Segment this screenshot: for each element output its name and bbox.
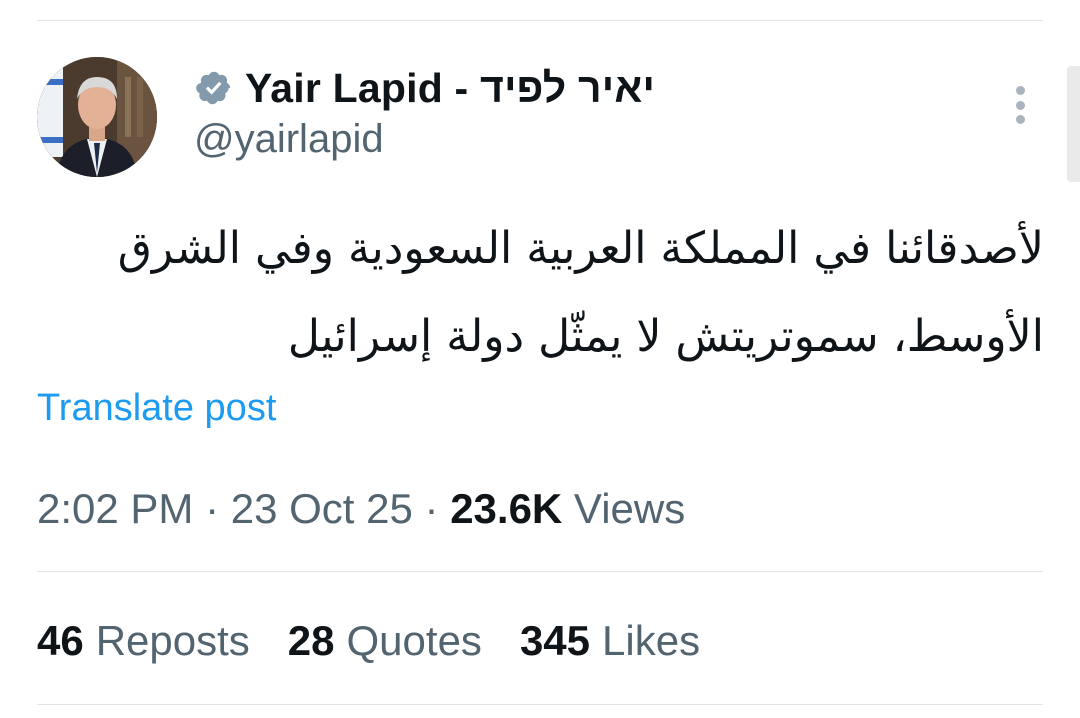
author-line[interactable]: Yair Lapid - יאיר לפיד <box>195 62 655 114</box>
author-handle[interactable]: @yairlapid <box>194 117 384 162</box>
reposts-stat[interactable]: 46 Reposts <box>37 617 250 665</box>
more-vertical-icon-dot <box>1015 115 1025 124</box>
translate-post-link[interactable]: Translate post <box>37 387 276 430</box>
tweet-text-line: الأوسط، سموتريتش لا يمثّل دولة إسرائيل <box>287 311 1044 362</box>
tweet-date[interactable]: 23 Oct 25 <box>231 485 413 532</box>
avatar-photo <box>37 57 157 177</box>
stats-divider-top <box>37 571 1043 572</box>
likes-label: Likes <box>602 617 701 664</box>
stats-divider-bottom <box>37 704 1043 705</box>
more-vertical-icon-dot <box>1015 100 1025 110</box>
engagement-stats: 46 Reposts 28 Quotes 345 Likes <box>37 617 738 665</box>
tweet-time[interactable]: 2:02 PM <box>37 485 193 532</box>
scrollbar[interactable] <box>1067 66 1080 182</box>
top-divider <box>37 20 1043 21</box>
quotes-label: Quotes <box>346 617 482 664</box>
meta-separator: · <box>193 485 231 532</box>
views-label[interactable]: Views <box>562 485 685 532</box>
more-vertical-icon <box>1015 86 1025 95</box>
tweet-detail-page: Yair Lapid - יאיר לפיד @yairlapid لأصدقا… <box>0 0 1080 718</box>
more-options-button[interactable] <box>1002 82 1038 128</box>
reposts-count: 46 <box>37 617 84 664</box>
author-display-name[interactable]: Yair Lapid - יאיר לפיד <box>245 65 655 112</box>
tweet-text-line: لأصدقائنا في المملكة العربية السعودية وف… <box>117 223 1044 274</box>
reposts-label: Reposts <box>95 617 250 664</box>
quotes-stat[interactable]: 28 Quotes <box>288 617 482 665</box>
meta-separator: · <box>412 485 451 532</box>
verified-badge-icon <box>195 69 233 107</box>
likes-stat[interactable]: 345 Likes <box>520 617 700 665</box>
views-count[interactable]: 23.6K <box>450 485 562 532</box>
likes-count: 345 <box>519 617 591 664</box>
quotes-count: 28 <box>287 617 335 664</box>
tweet-text: لأصدقائنا في المملكة العربية السعودية وف… <box>40 205 1044 381</box>
avatar[interactable] <box>37 57 157 177</box>
tweet-meta: 2:02 PM · 23 Oct 25 · 23.6K Views <box>37 485 685 533</box>
